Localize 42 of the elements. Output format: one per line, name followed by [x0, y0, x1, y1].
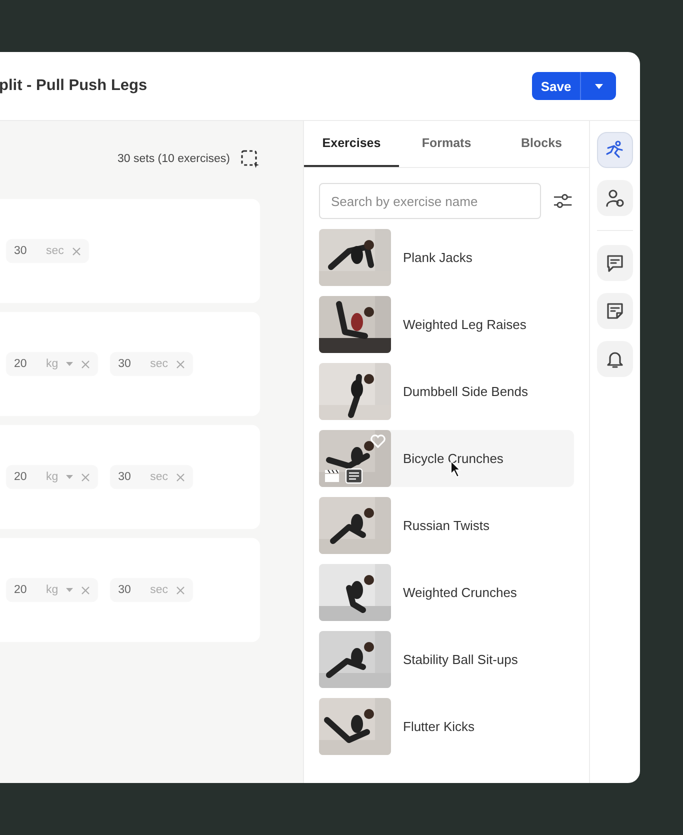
set-field[interactable]: 30 sec — [6, 239, 89, 263]
sets-summary: 30 sets (10 exercises) — [118, 153, 230, 165]
exercise-item[interactable]: Bicycle Crunches — [319, 430, 574, 487]
running-figure-icon — [605, 140, 625, 160]
set-field[interactable]: 20 kg — [6, 465, 98, 489]
chat-button[interactable] — [597, 245, 633, 281]
bell-button[interactable] — [597, 341, 633, 377]
bell-icon — [605, 349, 625, 369]
exercise-item[interactable]: Flutter Kicks — [319, 698, 574, 755]
tab[interactable]: Formats — [399, 121, 494, 167]
tab[interactable]: Blocks — [494, 121, 589, 167]
exercise-item[interactable]: Weighted Leg Raises — [319, 296, 574, 353]
set-field[interactable]: 30 sec — [110, 578, 194, 602]
caret-icon — [66, 475, 74, 479]
exercise-item[interactable]: Weighted Crunches — [319, 564, 574, 621]
caret-icon — [66, 588, 74, 592]
details-icon[interactable] — [345, 468, 363, 484]
search-field[interactable]: Search by exercise name — [319, 183, 542, 219]
select-icon[interactable] — [240, 149, 260, 169]
save-options-button[interactable] — [580, 72, 616, 100]
client-button[interactable] — [597, 180, 633, 216]
note-button[interactable] — [597, 293, 633, 329]
window-title: plit - Pull Push Legs — [0, 77, 148, 95]
save-button[interactable]: Save — [532, 72, 580, 100]
heart-icon[interactable] — [370, 434, 386, 448]
caret-icon — [594, 84, 602, 88]
caret-icon — [66, 362, 74, 366]
set-field[interactable]: 30 sec — [110, 465, 194, 489]
exercise-item[interactable]: Stability Ball Sit-ups — [319, 631, 574, 688]
exercise-item[interactable]: Dumbbell Side Bends — [319, 363, 574, 420]
chat-icon — [605, 253, 625, 273]
exercise-item[interactable]: Russian Twists — [319, 497, 574, 554]
tab[interactable]: Exercises — [304, 121, 399, 167]
exercise-button[interactable] — [597, 132, 633, 168]
set-field[interactable]: 20 kg — [6, 578, 98, 602]
user-icon — [605, 188, 625, 208]
note-icon — [605, 301, 625, 321]
clapperboard-icon[interactable] — [324, 469, 340, 483]
set-field[interactable]: 30 sec — [110, 352, 194, 376]
filter-icon[interactable] — [553, 193, 573, 209]
set-field[interactable]: 20 kg — [6, 352, 98, 376]
exercise-item[interactable]: Plank Jacks — [319, 229, 574, 286]
